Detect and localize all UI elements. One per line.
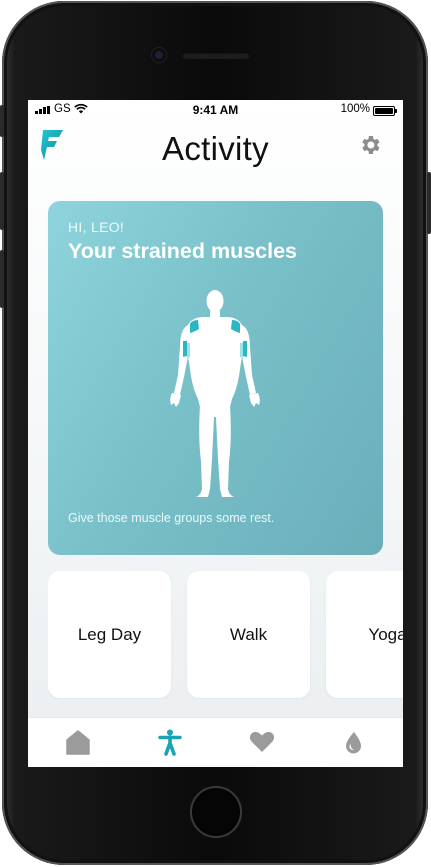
activity-tile-walk[interactable]: Walk [187, 571, 310, 698]
activity-carousel[interactable]: Leg Day Walk Yoga [48, 571, 403, 699]
activity-tile-leg-day[interactable]: Leg Day [48, 571, 171, 698]
page-title: Activity [162, 130, 269, 167]
earpiece-speaker [182, 52, 250, 59]
water-drop-icon[interactable] [339, 728, 367, 756]
volume-down-button [0, 250, 4, 308]
gear-icon[interactable] [358, 133, 382, 157]
activity-person-icon[interactable] [156, 728, 184, 756]
card-footer-text: Give those muscle groups some rest. [68, 511, 275, 525]
tab-bar [28, 717, 403, 767]
heart-icon[interactable] [248, 728, 276, 756]
activity-tile-yoga[interactable]: Yoga [326, 571, 403, 698]
battery-percent: 100% [340, 103, 370, 115]
front-camera [152, 48, 166, 62]
battery-icon [373, 106, 397, 116]
greeting-text: HI, LEO! [68, 219, 125, 235]
status-bar: GS 9:41 AM 100% [28, 100, 403, 120]
card-title: Your strained muscles [68, 239, 298, 263]
body-figure-icon [170, 290, 260, 497]
home-button[interactable] [190, 786, 242, 838]
app-screen: GS 9:41 AM 100% Activity HI, LEO! Your s… [28, 100, 403, 767]
home-icon[interactable] [64, 728, 92, 756]
volume-up-button [0, 172, 4, 230]
mute-switch [0, 105, 4, 137]
power-button [427, 172, 431, 234]
strained-muscles-card[interactable]: HI, LEO! Your strained muscles Give thos… [48, 201, 383, 555]
